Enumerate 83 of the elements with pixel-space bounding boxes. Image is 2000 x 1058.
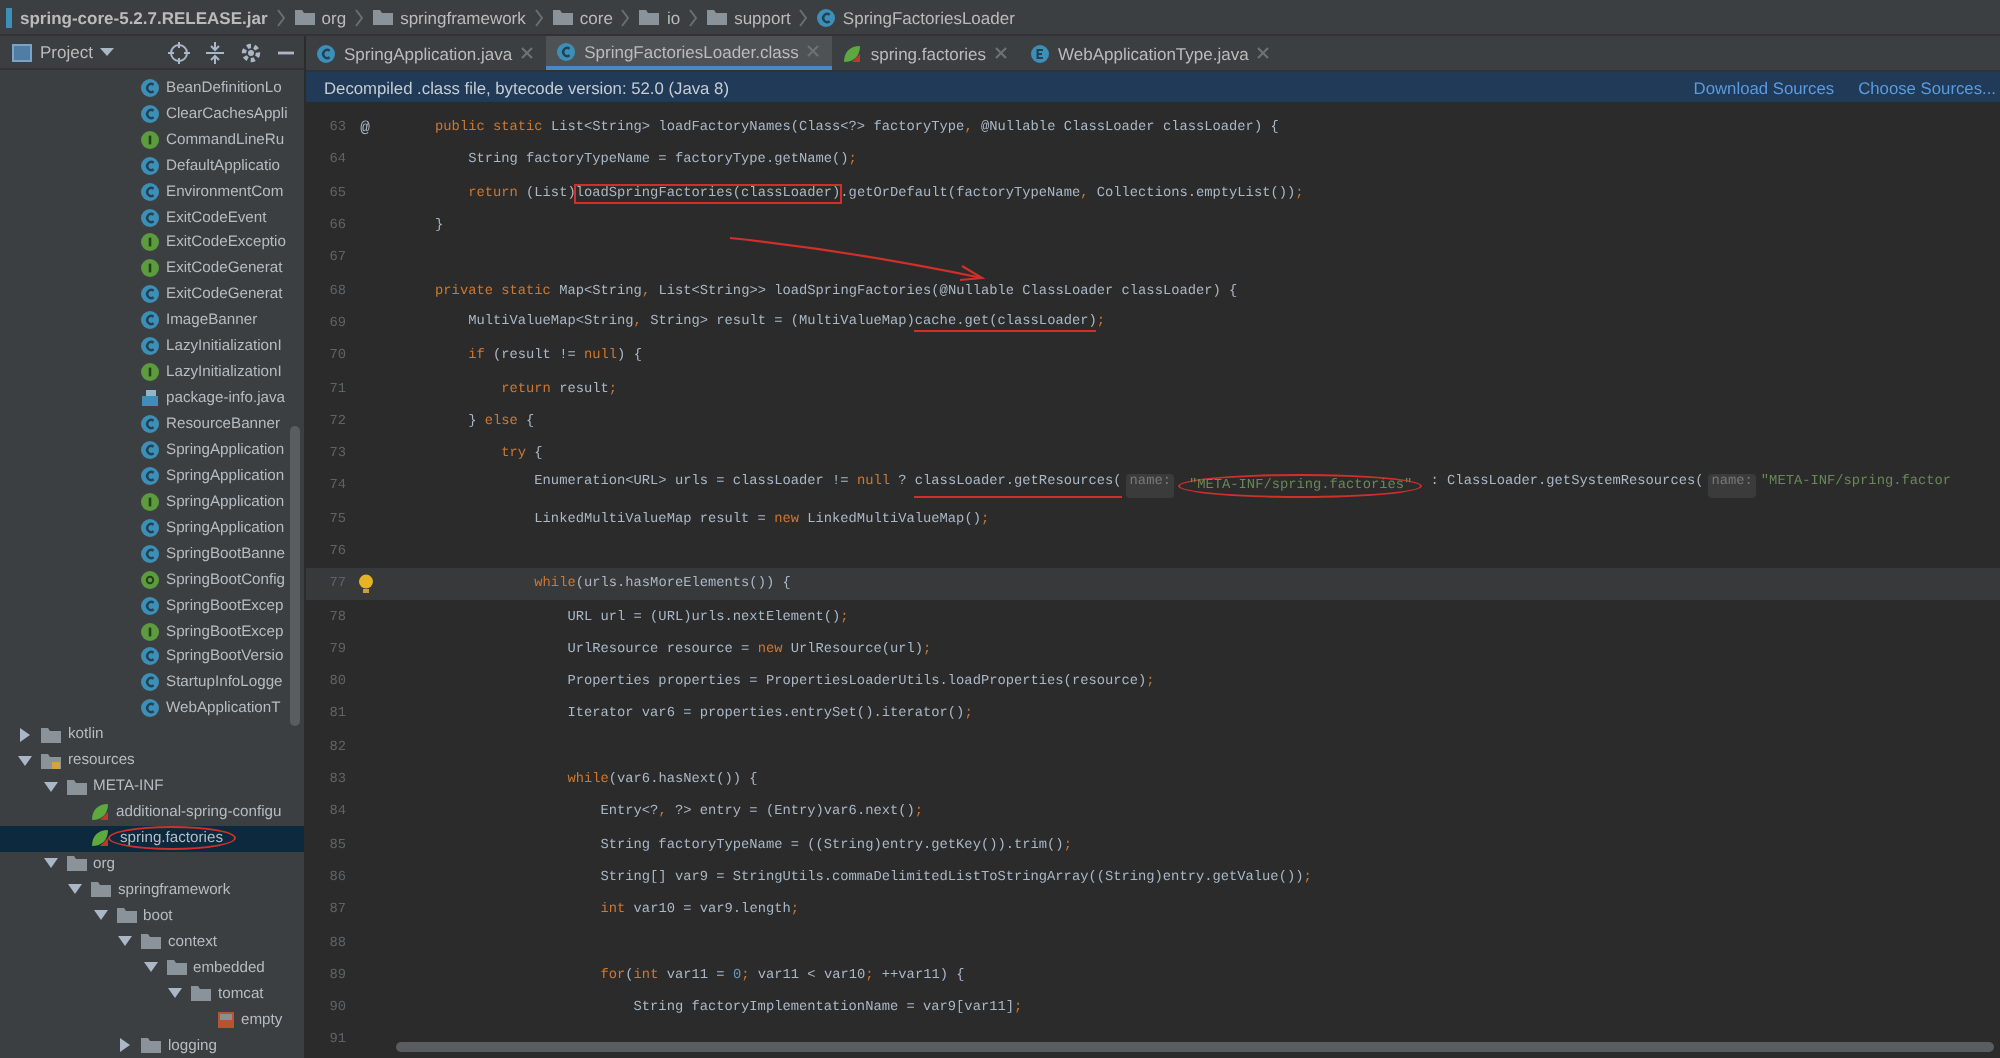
project-dropdown[interactable]: Project	[12, 42, 115, 63]
banner-link[interactable]: Choose Sources...	[1858, 77, 1996, 97]
interface-icon	[140, 232, 160, 253]
folder-icon	[40, 725, 62, 744]
caret-icon	[100, 47, 115, 58]
interface-icon	[140, 491, 160, 512]
folder-icon	[140, 1036, 162, 1055]
leaf-icon	[90, 828, 110, 849]
folder-icon	[65, 777, 87, 796]
folder-icon	[140, 932, 162, 951]
class-icon	[140, 336, 160, 357]
chevron-icon	[688, 7, 699, 27]
chevron-icon	[533, 7, 544, 27]
class-icon	[140, 77, 160, 98]
class-icon	[140, 414, 160, 435]
class-icon	[140, 595, 160, 616]
breadcrumb-item[interactable]: core	[579, 7, 613, 27]
close-icon	[520, 46, 535, 60]
chevron-icon	[354, 7, 365, 27]
chevron-icon	[798, 7, 809, 27]
breadcrumb-item[interactable]: org	[321, 7, 347, 27]
collapse-icon	[204, 41, 226, 64]
folder-icon	[551, 8, 574, 26]
class-icon	[140, 698, 160, 719]
class-icon	[140, 465, 160, 486]
folder-icon	[638, 8, 661, 26]
interface-icon	[140, 129, 160, 150]
breadcrumb-item[interactable]: SpringFactoriesLoader	[842, 7, 1015, 27]
breadcrumb-item[interactable]: io	[666, 7, 681, 27]
chevron-icon	[275, 7, 286, 27]
class-icon	[140, 310, 160, 331]
chevron-icon	[620, 7, 631, 27]
folder-icon	[293, 8, 316, 26]
class-icon	[140, 207, 160, 228]
close-icon	[1256, 46, 1271, 60]
class-icon	[316, 43, 336, 63]
class-icon	[140, 103, 160, 124]
enum-icon	[1030, 43, 1051, 63]
editor-tab[interactable]: spring.factories	[832, 36, 1021, 70]
close-icon	[994, 46, 1009, 60]
folder-icon	[40, 751, 62, 770]
settings-icon	[240, 41, 262, 64]
class-icon	[140, 543, 160, 564]
folder-icon	[165, 958, 187, 977]
folder-icon	[372, 8, 395, 26]
file-icon	[140, 388, 160, 409]
class-icon	[140, 672, 160, 693]
breadcrumb-item[interactable]: spring-core-5.2.7.RELEASE.jar	[20, 7, 268, 27]
class-icon	[140, 439, 160, 460]
banner-text: Decompiled .class file, bytecode version: 52.0 (Java 8)	[324, 77, 729, 97]
override-marker: @	[360, 119, 370, 138]
interface-icon	[140, 621, 160, 642]
bar-icon	[6, 7, 14, 27]
close-icon	[806, 44, 821, 58]
class-icon	[140, 181, 160, 202]
leaf-icon	[842, 43, 863, 63]
breadcrumb-item[interactable]: support	[734, 7, 791, 27]
breadcrumb-item[interactable]: springframework	[400, 7, 526, 27]
scrollbar[interactable]	[396, 1042, 1994, 1052]
leaf-icon	[90, 802, 110, 823]
class-icon	[140, 284, 160, 305]
collapsed-arrow-icon	[118, 1038, 132, 1053]
folder-icon	[90, 880, 112, 899]
class-icon	[140, 646, 160, 667]
class-icon	[816, 7, 837, 27]
target-icon	[168, 41, 190, 64]
collapsed-arrow-icon	[18, 727, 32, 742]
annotation-icon	[140, 569, 160, 590]
class-icon	[140, 517, 160, 538]
editor-tab[interactable]: WebApplicationType.java	[1020, 36, 1283, 70]
folder-icon	[706, 8, 729, 26]
banner-link[interactable]: Download Sources	[1693, 77, 1835, 97]
window-icon	[12, 43, 32, 62]
class-icon	[556, 41, 577, 61]
interface-icon	[140, 362, 160, 383]
folder-icon	[190, 984, 212, 1003]
class-icon	[140, 155, 160, 176]
interface-icon	[140, 258, 160, 279]
editor-tab[interactable]: SpringFactoriesLoader.class	[546, 36, 833, 70]
scrollbar[interactable]	[290, 426, 300, 726]
editor-tab[interactable]: SpringApplication.java	[306, 36, 547, 70]
folder-icon	[115, 906, 137, 925]
file-icon	[215, 1009, 235, 1030]
